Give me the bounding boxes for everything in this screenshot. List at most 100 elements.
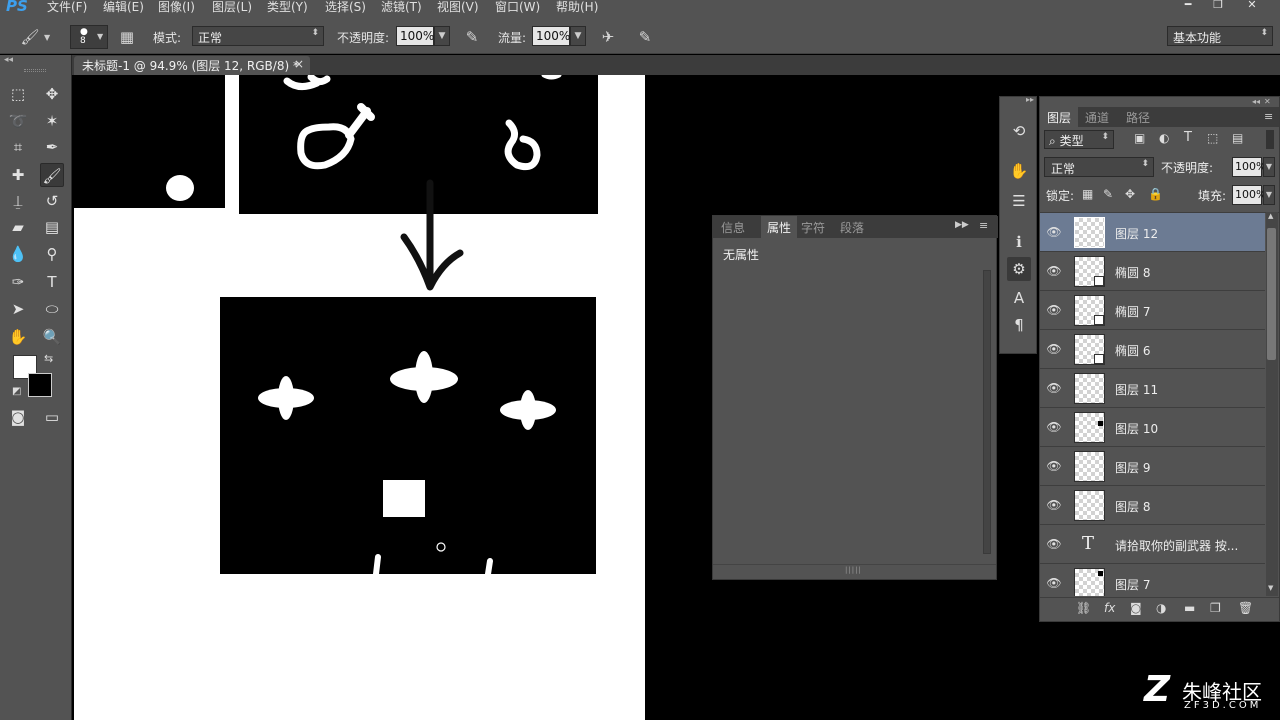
pen-tool-icon[interactable]: ✑: [6, 270, 30, 294]
panel-grip[interactable]: [24, 69, 46, 72]
history-brush-tool-icon[interactable]: ↺: [40, 189, 64, 213]
pressure-size-icon[interactable]: ✎: [635, 27, 655, 47]
layer-row-text[interactable]: 👁 T 请拾取你的副武器 按...: [1040, 525, 1265, 564]
background-color-swatch[interactable]: [28, 373, 52, 397]
menu-layer[interactable]: 图层(L): [212, 0, 252, 14]
layer-row-layer-8[interactable]: 👁 图层 8: [1040, 486, 1265, 525]
layer-row-layer-10[interactable]: 👁 图层 10: [1040, 408, 1265, 447]
scroll-down-icon[interactable]: ▼: [1268, 584, 1273, 592]
flow-input[interactable]: 100%: [532, 26, 570, 46]
delete-layer-icon[interactable]: 🗑: [1238, 601, 1253, 615]
brush-tool-icon[interactable]: 🖌: [20, 27, 40, 47]
clone-stamp-tool-icon[interactable]: ⍊: [6, 189, 30, 213]
menu-image[interactable]: 图像(I): [158, 0, 195, 14]
link-layers-icon[interactable]: ⛓: [1076, 601, 1091, 615]
visibility-eye-icon[interactable]: 👁: [1046, 420, 1062, 434]
lasso-tool-icon[interactable]: ➰: [6, 109, 30, 133]
paragraph-panel-icon[interactable]: ¶: [1007, 313, 1031, 337]
resize-grip-icon[interactable]: |||||: [845, 566, 862, 574]
opacity-input[interactable]: 100%: [396, 26, 434, 46]
dodge-tool-icon[interactable]: ⚲: [40, 242, 64, 266]
scrollbar-track[interactable]: [983, 270, 991, 554]
tab-layers[interactable]: 图层: [1040, 107, 1079, 127]
filter-pixel-icon[interactable]: ▣: [1134, 131, 1145, 145]
panel-menu-icon[interactable]: ≡: [979, 219, 988, 232]
expand-dock-icon[interactable]: ▸▸: [1026, 95, 1034, 104]
layer-row-layer-9[interactable]: 👁 图层 9: [1040, 447, 1265, 486]
panel-menu-icon[interactable]: ≡: [1264, 110, 1273, 123]
info-panel-icon[interactable]: ℹ: [1007, 230, 1031, 254]
quick-mask-icon[interactable]: ◙: [6, 405, 30, 429]
collapse-panel-icon[interactable]: ◂◂: [4, 55, 13, 65]
eyedropper-tool-icon[interactable]: ✒: [40, 135, 64, 159]
default-colors-icon[interactable]: ◩: [12, 386, 21, 397]
swap-colors-icon[interactable]: ⇆: [44, 352, 53, 365]
visibility-eye-icon[interactable]: 👁: [1046, 381, 1062, 395]
lock-pixels-icon[interactable]: ✎: [1103, 187, 1113, 201]
visibility-eye-icon[interactable]: 👁: [1046, 264, 1062, 278]
pressure-opacity-icon[interactable]: ✎: [462, 27, 482, 47]
brush-tool-icon[interactable]: 🖌: [40, 163, 64, 187]
lock-all-icon[interactable]: 🔒: [1148, 187, 1163, 201]
lock-transparent-icon[interactable]: ▦: [1082, 187, 1093, 201]
menu-type[interactable]: 类型(Y): [267, 0, 308, 14]
tab-info[interactable]: 信息: [721, 219, 745, 236]
ellipse-tool-icon[interactable]: ⬭: [40, 297, 64, 321]
properties-panel-icon[interactable]: ⚙: [1007, 257, 1031, 281]
tool-preset-dropdown-icon[interactable]: ▼: [44, 33, 50, 42]
adjustment-layer-icon[interactable]: ◑: [1156, 601, 1166, 615]
layer-row-layer-12[interactable]: 👁 图层 12: [1040, 213, 1265, 252]
add-mask-icon[interactable]: ◙: [1130, 601, 1142, 615]
adjustments-panel-icon[interactable]: ☰: [1007, 189, 1031, 213]
scrollbar-thumb[interactable]: [1267, 228, 1276, 360]
scroll-up-icon[interactable]: ▲: [1268, 212, 1273, 220]
blend-mode-select[interactable]: 正常 ⬍: [1044, 157, 1154, 177]
filter-type-icon[interactable]: T: [1184, 130, 1192, 145]
lock-position-icon[interactable]: ✥: [1125, 187, 1135, 201]
document-canvas[interactable]: [74, 75, 645, 720]
visibility-eye-icon[interactable]: 👁: [1046, 537, 1062, 551]
document-tab[interactable]: 未标题-1 @ 94.9% (图层 12, RGB/8) * ×: [74, 56, 310, 75]
blur-tool-icon[interactable]: 💧: [6, 242, 30, 266]
menu-window[interactable]: 窗口(W): [495, 0, 540, 14]
filter-toggle[interactable]: [1266, 130, 1274, 149]
healing-brush-tool-icon[interactable]: ✚: [6, 163, 30, 187]
layer-filter-select[interactable]: ⌕ 类型 ⬍: [1044, 130, 1114, 149]
history-panel-icon[interactable]: ⟲: [1007, 119, 1031, 143]
visibility-eye-icon[interactable]: 👁: [1046, 303, 1062, 317]
crop-tool-icon[interactable]: ⌗: [6, 135, 30, 159]
brush-panel-toggle-icon[interactable]: ▦: [117, 27, 137, 47]
menu-view[interactable]: 视图(V): [437, 0, 479, 14]
airbrush-icon[interactable]: ✈: [598, 27, 618, 47]
close-panel-icon[interactable]: ✕: [1264, 97, 1271, 106]
visibility-eye-icon[interactable]: 👁: [1046, 459, 1062, 473]
character-panel-icon[interactable]: A: [1007, 286, 1031, 310]
tab-properties[interactable]: 属性: [761, 216, 798, 238]
move-tool-icon[interactable]: ✥: [40, 82, 64, 106]
menu-file[interactable]: 文件(F): [47, 0, 87, 14]
screen-mode-icon[interactable]: ▭: [40, 405, 64, 429]
expand-panel-icon[interactable]: ▶▶: [955, 220, 969, 230]
zoom-tool-icon[interactable]: 🔍: [40, 325, 64, 349]
layer-row-layer-11[interactable]: 👁 图层 11: [1040, 369, 1265, 408]
tab-paragraph[interactable]: 段落: [840, 219, 864, 236]
minimize-icon[interactable]: ━: [1180, 0, 1196, 11]
tab-character[interactable]: 字符: [801, 219, 825, 236]
close-tab-icon[interactable]: ×: [294, 57, 304, 71]
filter-adjustment-icon[interactable]: ◐: [1159, 131, 1169, 145]
visibility-eye-icon[interactable]: 👁: [1046, 576, 1062, 590]
menu-filter[interactable]: 滤镜(T): [381, 0, 422, 14]
layer-row-layer-7[interactable]: 👁 图层 7: [1040, 564, 1265, 596]
path-selection-tool-icon[interactable]: ➤: [6, 297, 30, 321]
close-window-icon[interactable]: ✕: [1244, 0, 1260, 11]
brush-preset-picker[interactable]: ● 8 ▼: [70, 25, 108, 49]
tab-channels[interactable]: 通道: [1085, 109, 1109, 126]
new-layer-icon[interactable]: ❐: [1210, 601, 1221, 615]
eraser-tool-icon[interactable]: ▰: [6, 215, 30, 239]
layer-row-ellipse-8[interactable]: 👁 椭圆 8: [1040, 252, 1265, 291]
visibility-eye-icon[interactable]: 👁: [1046, 225, 1062, 239]
menu-help[interactable]: 帮助(H): [556, 0, 598, 14]
tab-paths[interactable]: 路径: [1126, 109, 1150, 126]
layer-opacity-dropdown-icon[interactable]: ▼: [1263, 157, 1275, 177]
gradient-tool-icon[interactable]: ▤: [40, 215, 64, 239]
